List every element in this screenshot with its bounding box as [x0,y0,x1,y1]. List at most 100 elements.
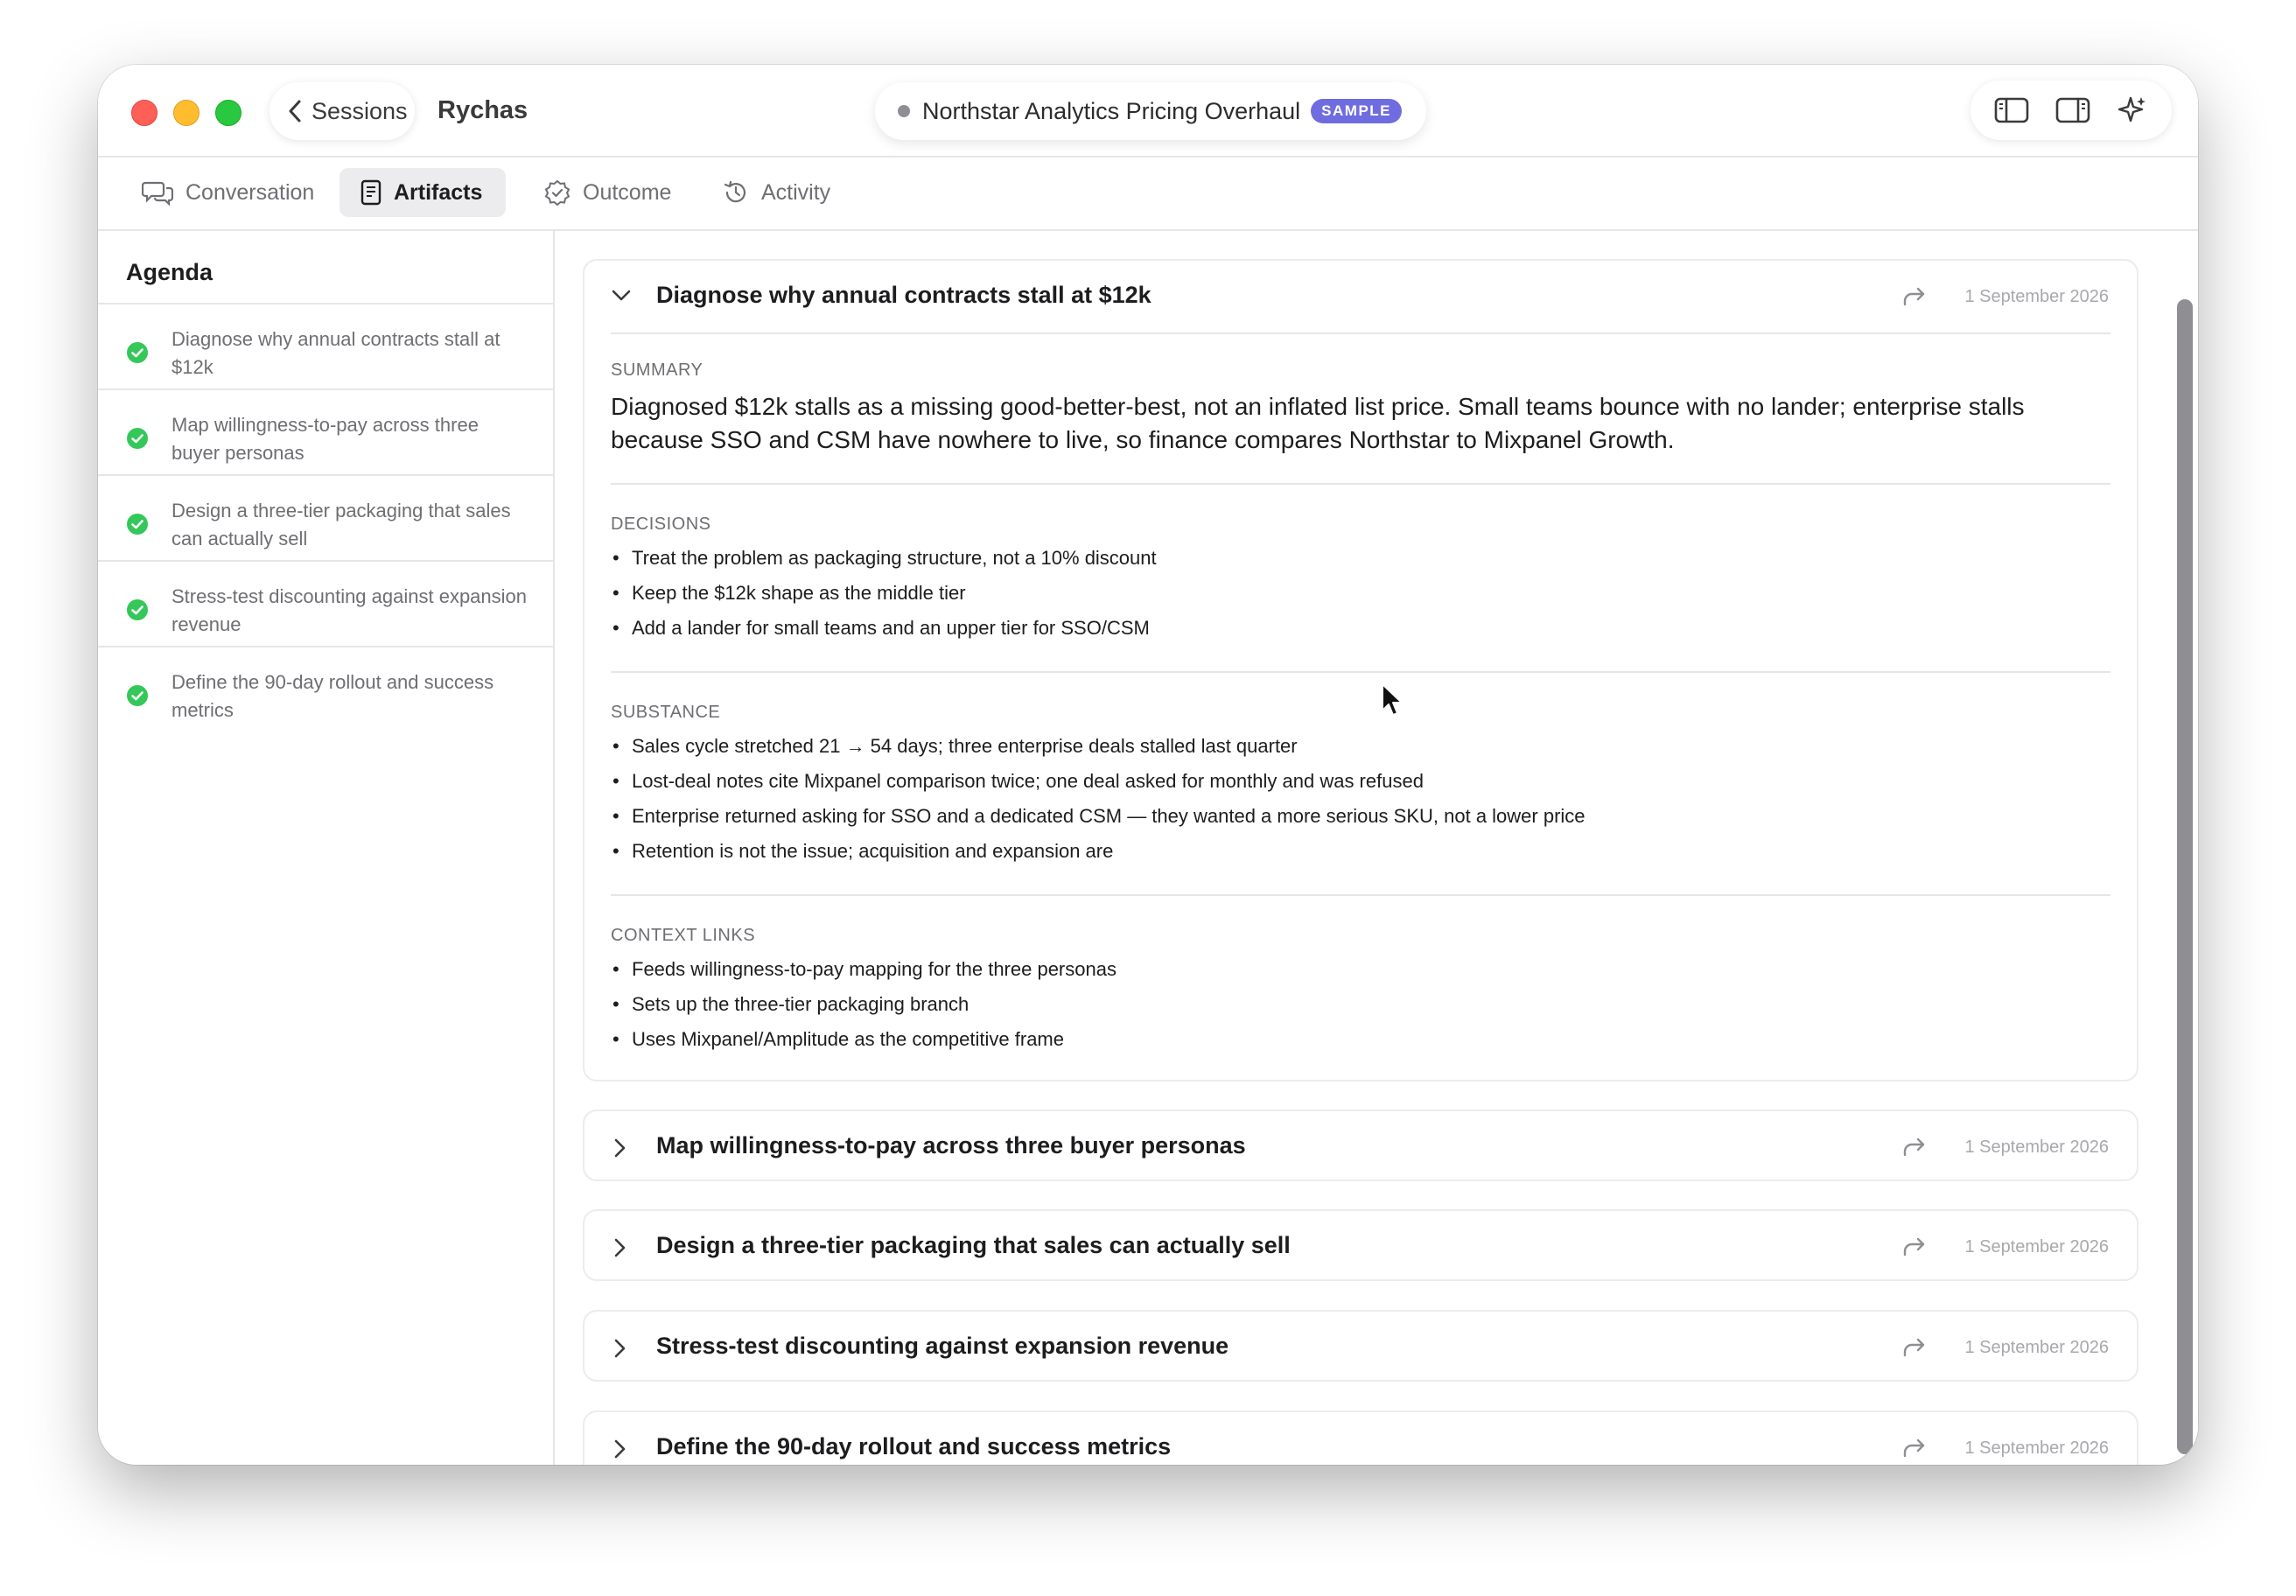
share-arrow-icon[interactable] [1902,285,1927,308]
artifact-date: 1 September 2026 [1964,1237,2109,1256]
context-link-item: Uses Mixpanel/Amplitude as the competiti… [611,1022,1116,1057]
session-status-dot [898,105,910,117]
artifact-card-expanded: Diagnose why annual contracts stall at $… [583,259,2138,1082]
tab-conversation[interactable]: Conversation [121,168,335,217]
artifact-card-collapsed[interactable]: Map willingness-to-pay across three buye… [583,1110,2138,1181]
app-title: Rychas [438,96,528,124]
decision-item: Add a lander for small teams and an uppe… [611,611,1157,646]
artifact-title: Map willingness-to-pay across three buye… [656,1132,1246,1158]
artifact-card-collapsed[interactable]: Stress-test discounting against expansio… [583,1310,2138,1382]
chevron-left-icon [289,100,301,122]
share-arrow-icon[interactable] [1902,1236,1927,1258]
tab-artifacts-label: Artifacts [394,179,483,205]
artifact-card-collapsed[interactable]: Design a three-tier packaging that sales… [583,1209,2138,1281]
tab-activity[interactable]: Activity [702,168,851,217]
agenda-item[interactable]: Map willingness-to-pay across three buye… [98,390,553,476]
artifacts-panel: Diagnose why annual contracts stall at $… [555,231,2198,1465]
share-arrow-icon[interactable] [1902,1136,1927,1158]
context-links-list: Feeds willingness-to-pay mapping for the… [611,952,1116,1057]
artifact-title: Define the 90-day rollout and success me… [656,1433,1172,1460]
check-circle-icon [127,514,148,535]
badge-check-icon [544,179,570,206]
mouse-pointer-icon [1382,683,1403,716]
agenda-sidebar: Agenda Diagnose why annual contracts sta… [98,231,555,1465]
summary-label: SUMMARY [611,360,704,380]
chevron-down-icon[interactable] [611,287,632,303]
artifact-date: 1 September 2026 [1964,1138,2109,1157]
minimize-window-button[interactable] [173,100,200,126]
substance-item: Lost-deal notes cite Mixpanel comparison… [611,764,1586,799]
artifact-card-header[interactable]: Diagnose why annual contracts stall at $… [584,261,2137,332]
sample-badge: SAMPLE [1311,99,1403,123]
chat-bubbles-icon [142,181,173,206]
check-circle-icon [127,599,148,620]
tab-outcome[interactable]: Outcome [523,168,692,217]
close-window-button[interactable] [131,100,158,126]
window-controls [131,100,242,126]
sparkles-icon[interactable] [2117,94,2148,126]
agenda-item[interactable]: Diagnose why annual contracts stall at $… [98,304,553,390]
agenda-heading: Agenda [98,231,553,304]
artifact-title: Design a three-tier packaging that sales… [656,1232,1291,1258]
share-arrow-icon[interactable] [1902,1437,1927,1460]
agenda-item-label: Map willingness-to-pay across three buye… [172,414,479,464]
artifact-date: 1 September 2026 [1964,287,2109,306]
agenda-item-label: Design a three-tier packaging that sales… [172,500,511,550]
artifact-card-header[interactable]: Design a three-tier packaging that sales… [584,1211,2137,1283]
right-sidebar-toggle-icon[interactable] [2055,96,2090,124]
artifact-card-header[interactable]: Map willingness-to-pay across three buye… [584,1111,2137,1183]
artifact-title: Stress-test discounting against expansio… [656,1333,1229,1359]
artifact-card-collapsed[interactable]: Define the 90-day rollout and success me… [583,1410,2138,1465]
back-to-sessions-button[interactable]: Sessions [270,82,415,140]
back-label: Sessions [312,97,408,124]
substance-item: Enterprise returned asking for SSO and a… [611,799,1586,834]
agenda-item-label: Define the 90-day rollout and success me… [172,671,494,721]
share-arrow-icon[interactable] [1902,1336,1927,1359]
tab-conversation-label: Conversation [186,179,315,205]
section-divider [611,671,2110,673]
context-link-item: Sets up the three-tier packaging branch [611,987,1116,1022]
summary-text: Diagnosed $12k stalls as a missing good-… [611,393,2025,453]
tab-outcome-label: Outcome [583,179,672,205]
substance-item: Retention is not the issue; acquisition … [611,834,1586,869]
toolbar-actions [1970,80,2172,140]
artifact-date: 1 September 2026 [1964,1438,2109,1458]
chevron-right-icon[interactable] [611,1438,628,1460]
tab-bar: Conversation Artifacts Outcome Activity [98,158,2198,231]
chevron-right-icon[interactable] [611,1338,628,1359]
check-circle-icon [127,342,148,363]
agenda-item[interactable]: Stress-test discounting against expansio… [98,562,553,648]
tab-activity-label: Activity [761,179,831,205]
chevron-right-icon[interactable] [611,1138,628,1158]
agenda-item[interactable]: Design a three-tier packaging that sales… [98,476,553,562]
tab-artifacts[interactable]: Artifacts [340,168,506,217]
agenda-item-label: Diagnose why annual contracts stall at $… [172,328,500,378]
agenda-item-label: Stress-test discounting against expansio… [172,585,528,635]
check-circle-icon [127,685,148,706]
session-title-pill[interactable]: Northstar Analytics Pricing Overhaul SAM… [875,82,1426,140]
zoom-window-button[interactable] [215,100,242,126]
scrollbar-thumb[interactable] [2177,299,2193,1454]
section-divider [611,894,2110,896]
decisions-list: Treat the problem as packaging structure… [611,541,1157,646]
history-icon [724,180,746,203]
document-icon [360,179,382,206]
substance-list: Sales cycle stretched 21 → 54 days; thre… [611,729,1586,869]
title-bar: Sessions Rychas Northstar Analytics Pric… [98,65,2198,158]
artifact-card-header[interactable]: Define the 90-day rollout and success me… [584,1412,2137,1465]
decisions-label: DECISIONS [611,514,711,534]
left-sidebar-toggle-icon[interactable] [1994,96,2029,124]
context-link-item: Feeds willingness-to-pay mapping for the… [611,952,1116,987]
decision-item: Treat the problem as packaging structure… [611,541,1157,576]
check-circle-icon [127,428,148,449]
agenda-item[interactable]: Define the 90-day rollout and success me… [98,648,553,733]
chevron-right-icon[interactable] [611,1237,628,1258]
decision-item: Keep the $12k shape as the middle tier [611,576,1157,611]
artifact-card-header[interactable]: Stress-test discounting against expansio… [584,1312,2137,1383]
artifact-date: 1 September 2026 [1964,1338,2109,1357]
artifact-body: SUMMARY Diagnosed $12k stalls as a missi… [611,332,2110,1057]
session-title: Northstar Analytics Pricing Overhaul [922,97,1301,124]
section-divider [611,483,2110,485]
artifact-title: Diagnose why annual contracts stall at $… [656,282,1152,308]
context-links-label: CONTEXT LINKS [611,926,756,945]
